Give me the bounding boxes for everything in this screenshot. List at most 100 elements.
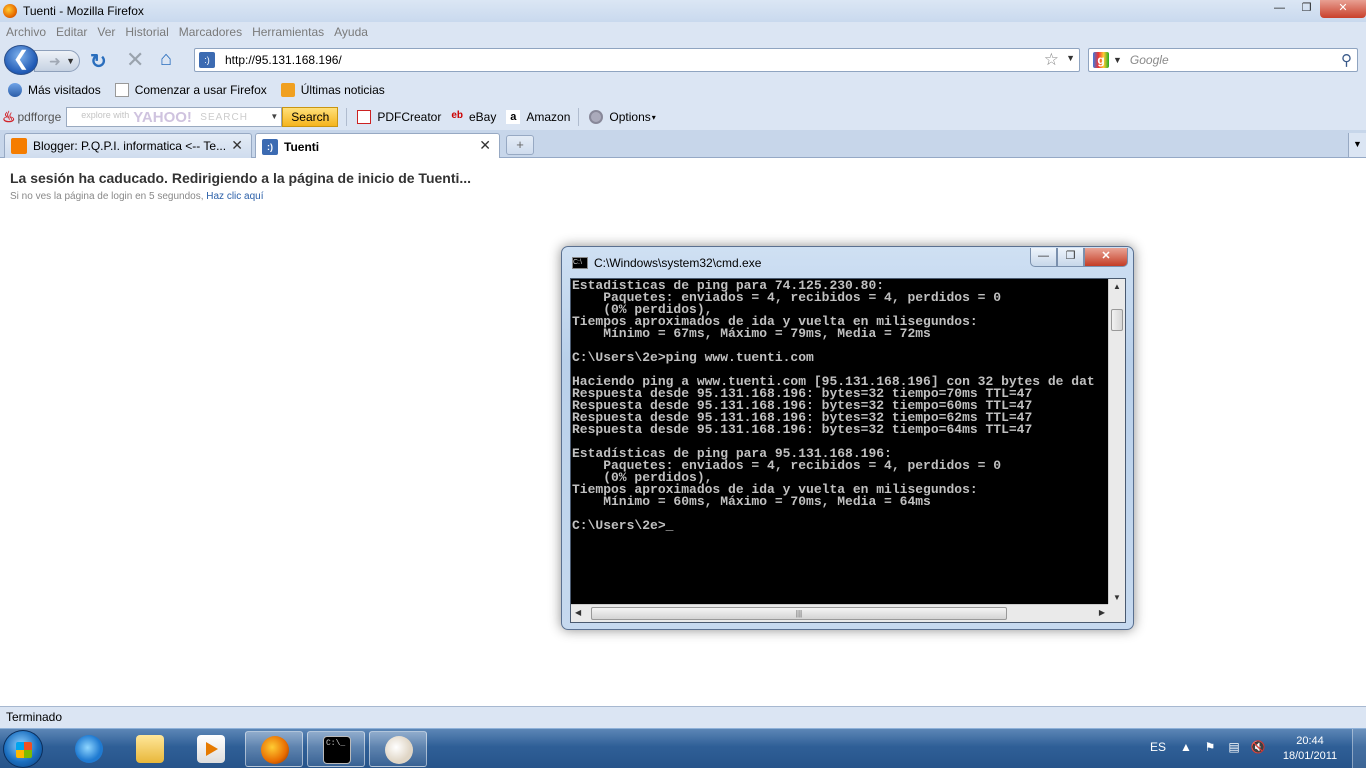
options-button[interactable]: Options ▾ (589, 110, 656, 124)
url-dropdown-icon[interactable]: ▼ (1066, 53, 1075, 63)
media-player-icon (197, 735, 225, 763)
menu-ayuda[interactable]: Ayuda (334, 25, 368, 39)
gear-icon (589, 110, 604, 124)
url-text[interactable]: http://95.131.168.196/ (225, 53, 342, 67)
bookmark-ultimas-noticias[interactable]: Últimas noticias (280, 83, 385, 97)
navigation-toolbar: ➜ ▼ ❮ ↻ ✕ ⌂ :) http://95.131.168.196/ ☆ ▼… (0, 42, 1366, 76)
bookmark-star-icon[interactable]: ☆ (1044, 50, 1059, 70)
show-hidden-icons-icon[interactable]: ▲ (1178, 740, 1194, 768)
pdf-icon (357, 110, 372, 124)
cmd-icon: C:\ (572, 257, 588, 269)
click-here-link[interactable]: Haz clic aquí (206, 191, 263, 202)
bookmark-label: Más visitados (28, 83, 101, 97)
vertical-scroll-thumb[interactable] (1111, 309, 1123, 331)
maximize-button[interactable]: ❐ (1293, 0, 1320, 18)
stop-icon[interactable]: ✕ (126, 47, 144, 73)
horizontal-scrollbar[interactable]: ◀ ||| ▶ (571, 604, 1109, 622)
scroll-down-icon[interactable]: ▼ (1113, 593, 1121, 602)
yahoo-search-button[interactable]: Search (282, 107, 339, 127)
language-indicator[interactable]: ES (1150, 740, 1166, 768)
reload-icon[interactable]: ↻ (90, 49, 107, 74)
window-title: Tuenti - Mozilla Firefox (23, 4, 144, 18)
cmd-title: C:\Windows\system32\cmd.exe (594, 256, 762, 270)
bookmarks-toolbar: Más visitados Comenzar a usar Firefox Úl… (0, 76, 1366, 104)
bookmark-mas-visitados[interactable]: Más visitados (8, 83, 101, 97)
pdfcreator-button[interactable]: PDFCreator (357, 110, 441, 124)
tab-blogger[interactable]: Blogger: P.Q.P.I. informatica <-- Te... … (4, 133, 252, 158)
tab-title: Blogger: P.Q.P.I. informatica <-- Te... (33, 139, 227, 153)
cmd-window[interactable]: C:\ C:\Windows\system32\cmd.exe — ❐ ✕ Es… (561, 246, 1134, 630)
blogger-icon (11, 138, 27, 154)
search-engine-dropdown-icon[interactable]: ▼ (1113, 55, 1122, 65)
menu-archivo[interactable]: Archivo (6, 25, 46, 39)
chevron-down-icon: ▾ (651, 112, 656, 122)
menu-historial[interactable]: Historial (125, 25, 168, 39)
ebay-button[interactable]: eb eBay (451, 110, 496, 124)
folder-icon (136, 735, 164, 763)
site-favicon-icon: :) (199, 52, 215, 68)
taskbar-firefox[interactable] (245, 731, 303, 767)
start-button[interactable] (3, 730, 43, 768)
list-all-tabs-button[interactable]: ▼ (1348, 133, 1366, 157)
vertical-scrollbar[interactable]: ▲ ▼ (1108, 279, 1125, 605)
menu-ver[interactable]: Ver (97, 25, 115, 39)
bookmark-comenzar[interactable]: Comenzar a usar Firefox (114, 83, 267, 97)
resize-grip[interactable] (1108, 604, 1125, 622)
cmd-console[interactable]: Estadísticas de ping para 74.125.230.80:… (570, 278, 1126, 623)
new-tab-button[interactable]: + (506, 135, 534, 155)
taskbar-cmd[interactable]: C:\_ (307, 731, 365, 767)
forward-button[interactable]: ➜ ▼ (34, 50, 80, 72)
session-expired-heading: La sesión ha caducado. Redirigiendo a la… (10, 170, 472, 186)
taskbar-media-player[interactable] (182, 731, 240, 767)
google-icon[interactable]: g (1093, 52, 1109, 68)
taskbar-internet-explorer[interactable] (60, 731, 118, 767)
redirect-notice: Si no ves la página de login en 5 segund… (10, 191, 264, 202)
clock[interactable]: 20:44 18/01/2011 (1278, 734, 1342, 764)
cmd-icon: C:\_ (323, 736, 351, 764)
options-label: Options (609, 110, 651, 124)
window-controls: — ❐ ✕ (1266, 0, 1366, 18)
search-icon[interactable]: ⚲ (1341, 51, 1352, 69)
close-button[interactable]: ✕ (1320, 0, 1366, 18)
show-desktop-button[interactable] (1352, 729, 1366, 768)
history-dropdown-icon[interactable]: ▼ (66, 51, 75, 71)
horizontal-scroll-thumb[interactable]: ||| (591, 607, 1007, 620)
url-bar[interactable]: :) http://95.131.168.196/ ☆ ▼ (194, 48, 1080, 72)
scroll-right-icon[interactable]: ▶ (1099, 608, 1105, 617)
menu-marcadores[interactable]: Marcadores (179, 25, 242, 39)
cmd-titlebar[interactable]: C:\ C:\Windows\system32\cmd.exe (572, 256, 761, 270)
amazon-button[interactable]: a Amazon (506, 110, 570, 124)
volume-muted-icon[interactable]: 🔇 (1250, 740, 1266, 768)
close-tab-icon[interactable]: ✕ (231, 137, 243, 154)
taskbar-explorer[interactable] (121, 731, 179, 767)
window-titlebar: Tuenti - Mozilla Firefox — ❐ ✕ (0, 0, 1366, 22)
clock-time: 20:44 (1296, 735, 1324, 747)
back-button[interactable]: ❮ (4, 45, 38, 75)
cmd-output[interactable]: Estadísticas de ping para 74.125.230.80:… (572, 280, 1108, 603)
scroll-up-icon[interactable]: ▲ (1113, 282, 1121, 291)
tuenti-icon: :) (262, 138, 278, 155)
chevron-down-icon[interactable]: ▼ (270, 112, 278, 121)
cmd-maximize-button[interactable]: ❐ (1057, 248, 1084, 267)
ebay-icon: eb (451, 110, 463, 121)
close-tab-icon[interactable]: ✕ (479, 137, 491, 154)
taskbar-paint[interactable] (369, 731, 427, 767)
cmd-close-button[interactable]: ✕ (1084, 248, 1128, 267)
search-bar[interactable]: g ▼ Google ⚲ (1088, 48, 1358, 72)
search-input[interactable]: Google (1130, 53, 1169, 67)
scroll-left-icon[interactable]: ◀ (575, 608, 581, 617)
paint-icon (385, 736, 413, 764)
pdfforge-logo[interactable]: ♨ pdfforge (2, 108, 61, 126)
cmd-minimize-button[interactable]: — (1030, 248, 1057, 267)
minimize-button[interactable]: — (1266, 0, 1293, 18)
menu-herramientas[interactable]: Herramientas (252, 25, 324, 39)
network-icon[interactable]: ▤ (1226, 740, 1242, 768)
home-icon[interactable]: ⌂ (160, 48, 172, 71)
yahoo-search-input[interactable]: explore with YAHOO! SEARCH ▼ (66, 107, 283, 127)
flag-icon[interactable]: ⚑ (1202, 740, 1218, 768)
yahoo-logo: YAHOO! (133, 109, 192, 126)
tab-tuenti[interactable]: :) Tuenti ✕ (255, 133, 500, 159)
pdfforge-toolbar: ♨ pdfforge explore with YAHOO! SEARCH ▼ … (0, 104, 1366, 130)
status-text: Terminado (6, 710, 63, 724)
menu-editar[interactable]: Editar (56, 25, 87, 39)
